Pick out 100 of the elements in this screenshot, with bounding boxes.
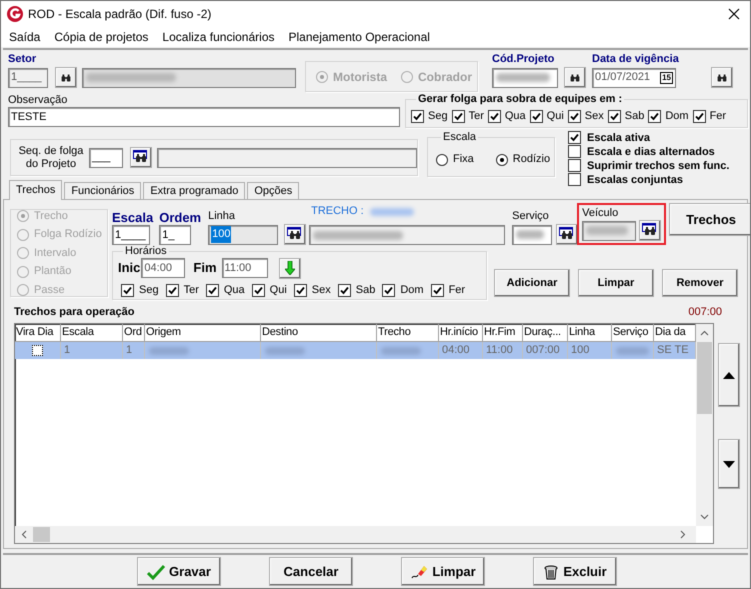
radio-label: Intervalo (34, 246, 76, 261)
checkbox-label: Ter (468, 108, 484, 124)
checkbox[interactable] (648, 110, 662, 122)
column-header[interactable]: Destino (261, 324, 377, 341)
checkbox[interactable] (32, 345, 43, 356)
column-header[interactable]: Duraç... (523, 324, 568, 341)
search-button[interactable] (556, 224, 578, 245)
redacted-value (516, 230, 544, 239)
footer-button[interactable]: Excluir (533, 557, 617, 586)
checkbox-label: Sex (584, 108, 604, 124)
checkbox[interactable] (568, 145, 581, 158)
menu-item[interactable]: Cópia de projetos (54, 28, 148, 46)
search-button[interactable] (284, 224, 306, 245)
text-field[interactable]: ___ (89, 148, 123, 168)
checkbox-label: Dom (400, 283, 424, 298)
trechos-button[interactable]: Trechos (669, 203, 750, 236)
radio-button[interactable] (436, 154, 448, 166)
down-arrow-button[interactable] (278, 258, 301, 278)
calendar-icon[interactable]: 15 (660, 72, 673, 84)
checkbox[interactable] (568, 159, 581, 172)
date-value: 01/07/2021 (595, 70, 650, 86)
text-field[interactable]: TESTE (8, 107, 400, 127)
column-header[interactable]: Hr.Fim (483, 324, 523, 341)
field-label: Inic (118, 259, 140, 278)
footer-button[interactable]: Gravar (137, 557, 221, 586)
column-header[interactable]: Linha (568, 324, 612, 341)
column-header[interactable]: Ord (123, 324, 145, 341)
text-field[interactable]: 1_ (159, 225, 192, 245)
checkbox[interactable] (692, 110, 706, 122)
menu-item[interactable]: Saída (9, 28, 40, 46)
checkbox[interactable] (430, 284, 444, 297)
horizontal-scrollbar[interactable] (15, 526, 696, 543)
tab[interactable]: Funcionários (64, 182, 142, 199)
search-button[interactable] (55, 67, 77, 88)
text-field[interactable] (492, 68, 558, 88)
checkbox[interactable] (294, 284, 307, 297)
text-field[interactable] (157, 148, 417, 168)
move-down-button[interactable] (718, 439, 740, 489)
field-label: Fim (193, 259, 217, 278)
radio-button[interactable] (496, 154, 508, 166)
search-button[interactable] (130, 147, 152, 168)
text-field[interactable]: 11:00 (222, 258, 268, 278)
column-header[interactable]: Serviço (612, 324, 654, 341)
checkbox[interactable] (206, 284, 219, 297)
footer-button[interactable]: Limpar (401, 557, 485, 586)
column-header[interactable]: Origem (145, 324, 261, 341)
text-field[interactable] (582, 220, 636, 240)
checkbox[interactable] (411, 110, 424, 122)
checkbox[interactable] (382, 284, 396, 297)
text-field[interactable]: 1____ (8, 68, 48, 88)
checkbox[interactable] (166, 284, 179, 297)
action-button[interactable]: Remover (662, 269, 738, 297)
text-field[interactable] (512, 224, 552, 244)
text-field[interactable]: 1____ (112, 225, 150, 245)
footer-button[interactable]: Cancelar (269, 557, 353, 586)
column-header[interactable]: Vira Dia (15, 324, 61, 341)
field-label: Ordem (159, 210, 202, 225)
date-field[interactable]: 01/07/2021 15 (592, 68, 676, 88)
checkbox[interactable] (452, 110, 465, 122)
text-field[interactable] (309, 225, 506, 245)
checkbox[interactable] (530, 110, 543, 122)
checkbox[interactable] (252, 284, 265, 297)
action-button[interactable]: Adicionar (494, 269, 570, 297)
field-label: Setor (8, 52, 38, 67)
column-header[interactable]: Hr.início (439, 324, 483, 341)
total-duration: 007:00 (688, 304, 722, 320)
check-icon (168, 286, 177, 295)
scrollbar-thumb[interactable] (697, 342, 712, 414)
binoculars-icon (59, 72, 73, 84)
vertical-scrollbar[interactable] (696, 324, 713, 526)
checkbox-label: Escala e dias alternados (587, 146, 715, 158)
checkbox[interactable] (608, 110, 621, 122)
text-field[interactable]: 100 (208, 224, 278, 244)
menu-item[interactable]: Localiza funcionários (162, 28, 274, 46)
checkbox[interactable] (338, 284, 351, 297)
checkbox[interactable] (121, 284, 134, 297)
tab[interactable]: Trechos (9, 180, 62, 200)
check-icon (650, 112, 660, 120)
checkbox[interactable] (488, 110, 501, 122)
checkbox-label: Escala ativa (587, 132, 650, 144)
checkbox-label: Ter (184, 283, 199, 298)
text-field[interactable]: 04:00 (141, 258, 186, 278)
radio-label: Passe (34, 282, 65, 298)
checkbox[interactable] (568, 173, 581, 186)
checkbox[interactable] (568, 131, 581, 144)
table-cell: 11:00 (483, 342, 523, 359)
scrollbar-thumb[interactable] (33, 527, 50, 542)
search-button[interactable] (639, 220, 662, 241)
menu-item[interactable]: Planejamento Operacional (288, 28, 430, 46)
search-button[interactable] (564, 67, 586, 88)
text-field[interactable] (82, 68, 296, 88)
move-up-button[interactable] (718, 343, 740, 407)
column-header[interactable]: Escala (61, 324, 123, 341)
tab[interactable]: Opções (247, 182, 300, 199)
checkbox-label: Qua (224, 283, 245, 298)
action-button[interactable]: Limpar (578, 269, 654, 297)
column-header[interactable]: Trecho (377, 324, 439, 341)
checkbox[interactable] (568, 110, 581, 122)
search-button[interactable] (711, 67, 733, 88)
tab[interactable]: Extra programado (143, 182, 246, 199)
